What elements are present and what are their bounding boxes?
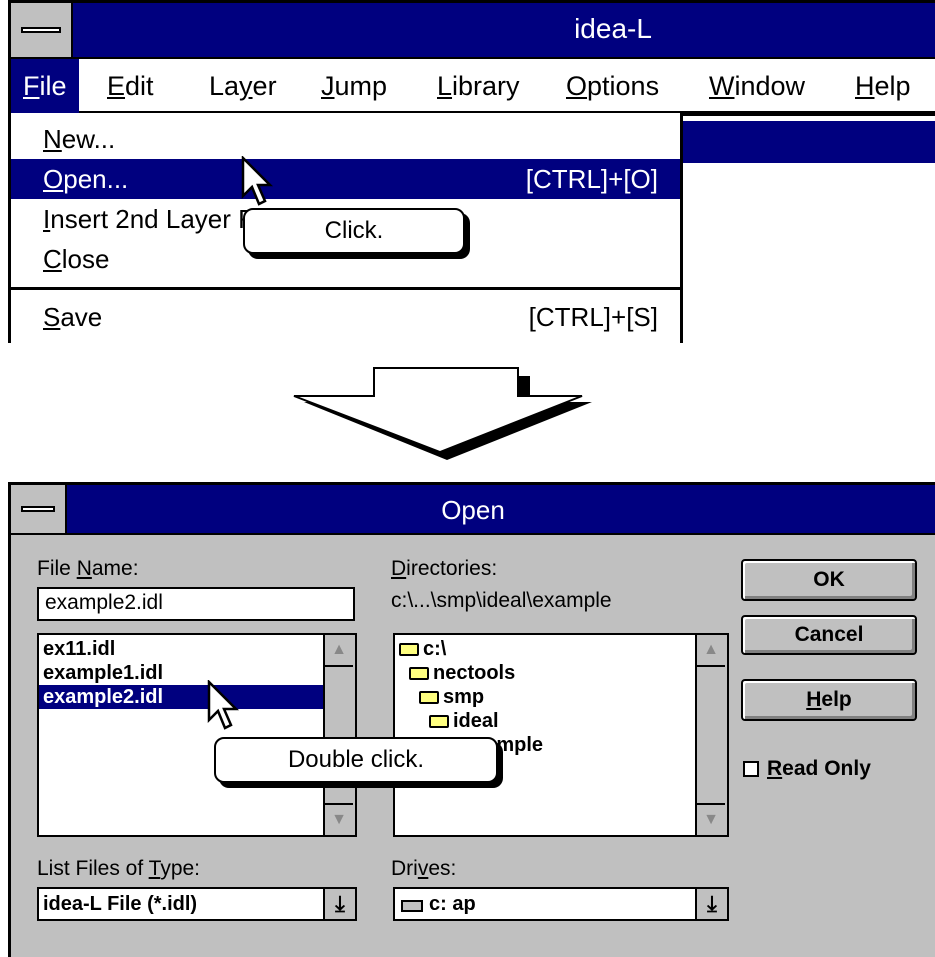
open-shortcut: [CTRL]+[O]: [525, 164, 658, 194]
menu-options[interactable]: Options: [554, 59, 671, 113]
file-type-value: idea-L File (*.idl): [43, 893, 198, 915]
list-item-selected[interactable]: example2.idl: [39, 685, 323, 709]
dialog-title-bar: Open: [11, 485, 935, 535]
dir-item[interactable]: nectools: [405, 661, 515, 685]
double-click-callout: Double click.: [214, 737, 498, 783]
file-list[interactable]: ex11.idl example1.idl example2.idl ▲ ▼: [37, 633, 357, 837]
click-callout-text: Click.: [324, 217, 384, 244]
down-arrow-icon: [293, 367, 592, 460]
dir-item[interactable]: ideal: [425, 709, 499, 733]
file-name-label: File Name:: [37, 557, 139, 580]
menu-layer[interactable]: Layer: [197, 59, 289, 113]
mouse-pointer-icon: [241, 156, 274, 206]
mouse-pointer-icon: [207, 680, 240, 730]
directory-list-scrollbar[interactable]: ▲ ▼: [695, 635, 727, 835]
scroll-down-icon[interactable]: ▼: [325, 803, 353, 835]
dropdown-arrow-icon[interactable]: ⤓: [323, 889, 355, 919]
open-dialog: Open File Name: example2.idl ex11.idl ex…: [8, 482, 935, 957]
menu-file[interactable]: File: [11, 59, 79, 113]
child-window-border: [683, 113, 935, 116]
current-directory: c:\...\smp\ideal\example: [391, 589, 612, 612]
dir-item[interactable]: smp: [415, 685, 484, 709]
title-bar: idea-L: [11, 3, 935, 59]
drives-dropdown[interactable]: c: ap ⤓: [393, 887, 729, 921]
list-type-label: List Files of Type:: [37, 857, 201, 880]
read-only-checkbox[interactable]: [743, 761, 759, 777]
save-shortcut: [CTRL]+[S]: [528, 302, 658, 332]
open-folder-icon: [399, 643, 419, 656]
file-name-value: example2.idl: [45, 591, 163, 614]
double-click-callout-text: Double click.: [287, 746, 425, 773]
menu-separator: [11, 287, 680, 290]
dialog-title: Open: [441, 495, 505, 525]
menu-item-save[interactable]: Save [CTRL]+[S]: [11, 297, 680, 337]
menu-bar: File Edit Layer Jump Library Options Win…: [11, 59, 935, 113]
menu-window[interactable]: Window: [697, 59, 817, 113]
ok-button[interactable]: OK: [741, 559, 917, 601]
file-type-dropdown[interactable]: idea-L File (*.idl) ⤓: [37, 887, 357, 921]
cancel-button[interactable]: Cancel: [741, 615, 917, 655]
directory-list[interactable]: c:\ nectools smp ideal example ▲ ▼: [393, 633, 729, 837]
scroll-down-icon[interactable]: ▼: [697, 803, 725, 835]
menu-item-save-as[interactable]: Save As...: [11, 335, 680, 343]
list-item[interactable]: ex11.idl: [39, 637, 115, 661]
read-only-label: Read Only: [767, 757, 871, 780]
open-folder-icon: [429, 715, 449, 728]
child-window-title-bar: [683, 121, 935, 163]
file-list-scrollbar[interactable]: ▲ ▼: [323, 635, 355, 835]
dropdown-arrow-icon[interactable]: ⤓: [695, 889, 727, 919]
window-title: idea-L: [574, 13, 652, 44]
directories-label: Directories:: [391, 557, 498, 580]
idea-l-main-window: idea-L File Edit Layer Jump Library Opti…: [8, 0, 935, 343]
menu-edit[interactable]: Edit: [95, 59, 166, 113]
drive-icon: [401, 900, 423, 912]
drive-value: c: ap: [429, 893, 476, 915]
dir-item[interactable]: c:\: [395, 637, 446, 661]
scroll-up-icon[interactable]: ▲: [325, 635, 353, 667]
drives-label: Drives:: [391, 857, 457, 880]
menu-item-open[interactable]: Open... [CTRL]+[O]: [11, 159, 680, 199]
menu-library[interactable]: Library: [425, 59, 532, 113]
menu-item-new[interactable]: New...: [11, 119, 680, 159]
open-folder-icon: [419, 691, 439, 704]
list-item[interactable]: example1.idl: [39, 661, 163, 685]
menu-jump[interactable]: Jump: [309, 59, 399, 113]
file-name-input[interactable]: example2.idl: [37, 587, 355, 621]
help-button[interactable]: Help: [741, 679, 917, 721]
open-folder-icon: [409, 667, 429, 680]
click-callout: Click.: [243, 208, 465, 254]
scroll-up-icon[interactable]: ▲: [697, 635, 725, 667]
menu-help[interactable]: Help: [843, 59, 923, 113]
